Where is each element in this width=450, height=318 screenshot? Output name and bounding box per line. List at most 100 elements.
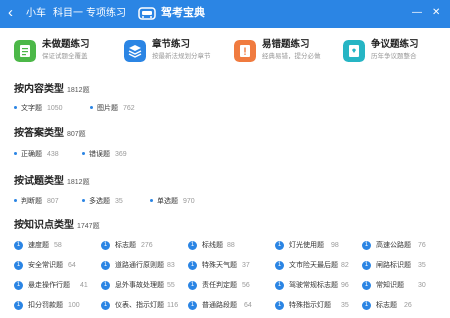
item-count: 762	[123, 105, 135, 112]
knowledge-item[interactable]: 1 扣分罚款题 100	[14, 301, 80, 310]
number-badge-icon: 1	[362, 301, 371, 310]
knowledge-item[interactable]: 1 灯光使用题 98	[275, 241, 339, 250]
item-count: 56	[242, 282, 250, 289]
knowledge-item[interactable]: 1 安全常识题 64	[14, 261, 76, 270]
knowledge-item[interactable]: 1 仪表、指示灯题 116	[101, 301, 178, 310]
crumb-practice: 专项练习	[86, 8, 126, 19]
minimize-button[interactable]: —	[412, 7, 422, 19]
bullet-dot-icon	[14, 151, 17, 155]
number-badge-icon: 1	[188, 281, 197, 290]
card-title: 争议题练习	[371, 39, 419, 50]
item-text-question[interactable]: 文字题 1050	[14, 104, 63, 113]
number-badge-icon: 1	[14, 281, 23, 290]
knowledge-item[interactable]: 1 闸路标识题 35	[362, 261, 426, 270]
back-arrow-icon[interactable]: ‹	[8, 5, 13, 21]
item-count: 1050	[47, 105, 63, 112]
item-count: 35	[341, 302, 349, 309]
item-count: 116	[167, 302, 179, 309]
item-count: 96	[341, 282, 349, 289]
section-title-text: 按知识点类型	[14, 220, 74, 231]
item-image-question[interactable]: 图片题 762	[90, 104, 135, 113]
number-badge-icon: 1	[275, 281, 284, 290]
item-label: 文市险天最后题	[289, 262, 338, 269]
item-label: 错误题	[89, 151, 110, 158]
item-label: 闸路标识题	[376, 262, 411, 269]
knowledge-item[interactable]: 1 特殊天气题 37	[188, 261, 250, 270]
item-count: 88	[227, 242, 235, 249]
number-badge-icon: 1	[188, 241, 197, 250]
item-count: 64	[244, 302, 252, 309]
knowledge-item[interactable]: 1 责任判定题 56	[188, 281, 250, 290]
item-label: 标志题	[376, 302, 397, 309]
knowledge-item[interactable]: 1 道路通行原则题 83	[101, 261, 175, 270]
crumb-subject[interactable]: 科目一	[53, 8, 83, 20]
item-count: 64	[68, 262, 76, 269]
item-label: 扣分罚款题	[28, 302, 63, 309]
number-badge-icon: 1	[14, 301, 23, 310]
item-judge-question[interactable]: 判断题 807	[14, 197, 59, 206]
knowledge-item[interactable]: 1 标志题 26	[362, 301, 412, 310]
number-badge-icon: 1	[188, 261, 197, 270]
item-count: 26	[404, 302, 412, 309]
card-dispute-practice[interactable]: 争议题练习 历年争议题整合	[343, 38, 443, 68]
section-title-content-type: 按内容类型 1812题	[14, 84, 90, 97]
item-count: 35	[418, 262, 426, 269]
card-chapter-practice[interactable]: 章节练习 按最新法规划分章节	[124, 38, 224, 68]
section-count: 1812题	[67, 87, 90, 94]
section-title-text: 按内容类型	[14, 84, 64, 95]
item-correct-question[interactable]: 正确题 438	[14, 150, 59, 159]
item-label: 高速公路题	[376, 242, 411, 249]
crumb-car-type[interactable]: 小车	[26, 8, 46, 20]
knowledge-item[interactable]: 1 常知识题 30	[362, 281, 426, 290]
knowledge-item[interactable]: 1 特殊指示灯题 35	[275, 301, 349, 310]
item-label: 特殊天气题	[202, 262, 237, 269]
card-undone-practice[interactable]: 未做题练习 保证试题全覆盖	[14, 38, 114, 68]
knowledge-item[interactable]: 1 驾驶常规标志题 96	[275, 281, 349, 290]
item-label: 速度题	[28, 242, 49, 249]
knowledge-item[interactable]: 1 高速公路题 76	[362, 241, 426, 250]
section-title-knowledge-type: 按知识点类型 1747题	[14, 220, 100, 233]
card-title: 未做题练习	[42, 39, 90, 50]
item-label: 多选题	[89, 198, 110, 205]
knowledge-item[interactable]: 1 速度题 58	[14, 241, 62, 250]
item-count: 369	[115, 151, 127, 158]
card-subtitle: 经典易错，提分必做	[262, 53, 321, 60]
item-label: 判断题	[21, 198, 42, 205]
item-count: 55	[167, 282, 175, 289]
item-label: 责任判定题	[202, 282, 237, 289]
number-badge-icon: 1	[101, 301, 110, 310]
item-count: 98	[331, 242, 339, 249]
item-label: 安全常识题	[28, 262, 63, 269]
card-error-practice[interactable]: 易错题练习 经典易错，提分必做	[234, 38, 334, 68]
close-button[interactable]: ✕	[432, 7, 440, 19]
knowledge-item[interactable]: 1 标志题 276	[101, 241, 153, 250]
bullet-dot-icon	[82, 151, 85, 155]
warning-clipboard-icon	[234, 40, 256, 62]
section-title-question-type: 按试题类型 1812题	[14, 176, 90, 189]
card-title: 章节练习	[152, 39, 191, 50]
number-badge-icon: 1	[14, 261, 23, 270]
number-badge-icon: 1	[101, 261, 110, 270]
item-multi-choice-question[interactable]: 多选题 35	[82, 197, 123, 206]
item-count: 30	[418, 282, 426, 289]
knowledge-item[interactable]: 1 文市险天最后题 82	[275, 261, 349, 270]
item-count: 58	[54, 242, 62, 249]
knowledge-item[interactable]: 1 悬走操作行题 41	[14, 281, 88, 290]
item-label: 常知识题	[376, 282, 404, 289]
item-count: 41	[80, 282, 88, 289]
item-label: 息外事故处理题	[115, 282, 164, 289]
item-label: 文字题	[21, 105, 42, 112]
number-badge-icon: 1	[275, 301, 284, 310]
number-badge-icon: 1	[362, 281, 371, 290]
item-count: 35	[115, 198, 123, 205]
item-wrong-question[interactable]: 错误题 369	[82, 150, 127, 159]
knowledge-item[interactable]: 1 息外事故处理题 55	[101, 281, 175, 290]
knowledge-item[interactable]: 1 标线题 88	[188, 241, 235, 250]
bullet-dot-icon	[14, 198, 17, 202]
bullet-dot-icon	[82, 198, 85, 202]
item-label: 特殊指示灯题	[289, 302, 331, 309]
card-title: 易错题练习	[262, 39, 310, 50]
item-label: 正确题	[21, 151, 42, 158]
item-single-choice-question[interactable]: 单选题 970	[150, 197, 195, 206]
knowledge-item[interactable]: 1 普通路段题 64	[188, 301, 252, 310]
